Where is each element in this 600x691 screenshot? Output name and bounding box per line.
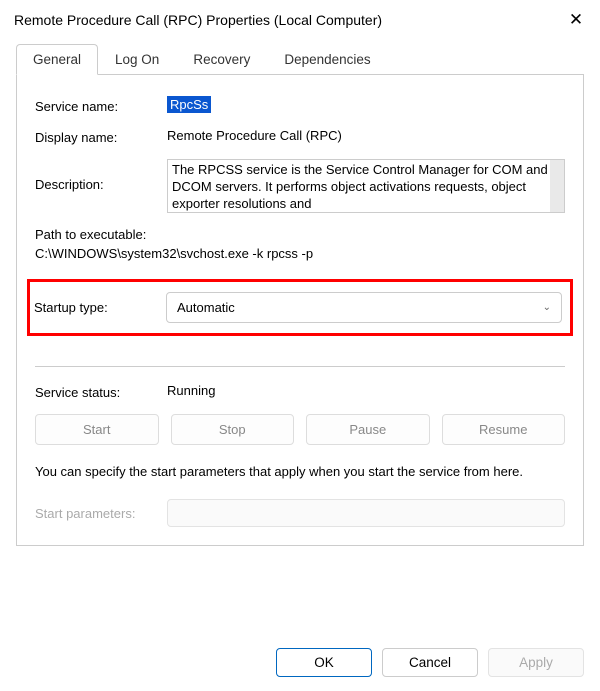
path-value: C:\WINDOWS\system32\svchost.exe -k rpcss…	[35, 246, 565, 261]
startup-type-label: Startup type:	[34, 300, 166, 315]
stop-button[interactable]: Stop	[171, 414, 295, 445]
path-label: Path to executable:	[35, 227, 565, 242]
tab-bar: General Log On Recovery Dependencies	[16, 44, 584, 75]
window-title: Remote Procedure Call (RPC) Properties (…	[14, 12, 382, 28]
start-params-input[interactable]	[167, 499, 565, 527]
display-name-value: Remote Procedure Call (RPC)	[167, 128, 342, 143]
display-name-label: Display name:	[35, 128, 167, 145]
general-panel: Service name: RpcSs Display name: Remote…	[16, 75, 584, 546]
tab-general[interactable]: General	[16, 44, 98, 75]
pause-button[interactable]: Pause	[306, 414, 430, 445]
separator	[35, 366, 565, 367]
start-params-label: Start parameters:	[35, 506, 167, 521]
startup-type-select[interactable]: Automatic ⌄	[166, 292, 562, 323]
cancel-button[interactable]: Cancel	[382, 648, 478, 677]
service-name-value: RpcSs	[167, 96, 211, 113]
tab-recovery[interactable]: Recovery	[176, 44, 267, 74]
description-textbox[interactable]: The RPCSS service is the Service Control…	[167, 159, 565, 213]
tab-logon[interactable]: Log On	[98, 44, 176, 74]
start-button[interactable]: Start	[35, 414, 159, 445]
description-label: Description:	[35, 159, 167, 192]
tab-dependencies[interactable]: Dependencies	[267, 44, 387, 74]
close-icon[interactable]: ✕	[564, 10, 588, 30]
service-status-value: Running	[167, 383, 215, 398]
chevron-down-icon: ⌄	[543, 302, 551, 313]
start-params-hint: You can specify the start parameters tha…	[35, 463, 565, 481]
service-name-label: Service name:	[35, 97, 167, 114]
service-status-label: Service status:	[35, 383, 167, 400]
resume-button[interactable]: Resume	[442, 414, 566, 445]
apply-button[interactable]: Apply	[488, 648, 584, 677]
startup-type-value: Automatic	[177, 300, 235, 315]
startup-type-highlight: Startup type: Automatic ⌄	[27, 279, 573, 336]
ok-button[interactable]: OK	[276, 648, 372, 677]
